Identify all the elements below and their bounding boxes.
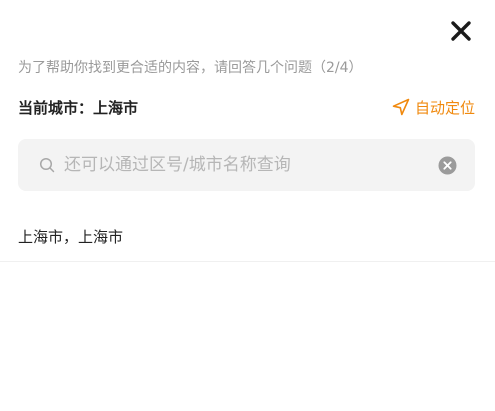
results-list: 上海市，上海市 xyxy=(0,212,495,262)
search-icon xyxy=(38,156,56,174)
city-row: 当前城市：上海市 自动定位 xyxy=(18,96,475,118)
list-item[interactable]: 上海市，上海市 xyxy=(0,212,495,262)
navigation-arrow-icon xyxy=(392,98,410,116)
list-item-label: 上海市，上海市 xyxy=(18,228,124,246)
clear-icon[interactable] xyxy=(438,156,457,175)
auto-locate-label: 自动定位 xyxy=(414,98,475,117)
search-input[interactable] xyxy=(64,150,428,180)
auto-locate-button[interactable]: 自动定位 xyxy=(392,97,475,118)
question-hint: 为了帮助你找到更合适的内容，请回答几个问题（2/4） xyxy=(18,60,363,76)
close-button[interactable] xyxy=(449,21,473,45)
search-box xyxy=(18,139,475,191)
close-icon xyxy=(450,20,472,46)
current-city-label: 当前城市：上海市 xyxy=(18,98,139,117)
